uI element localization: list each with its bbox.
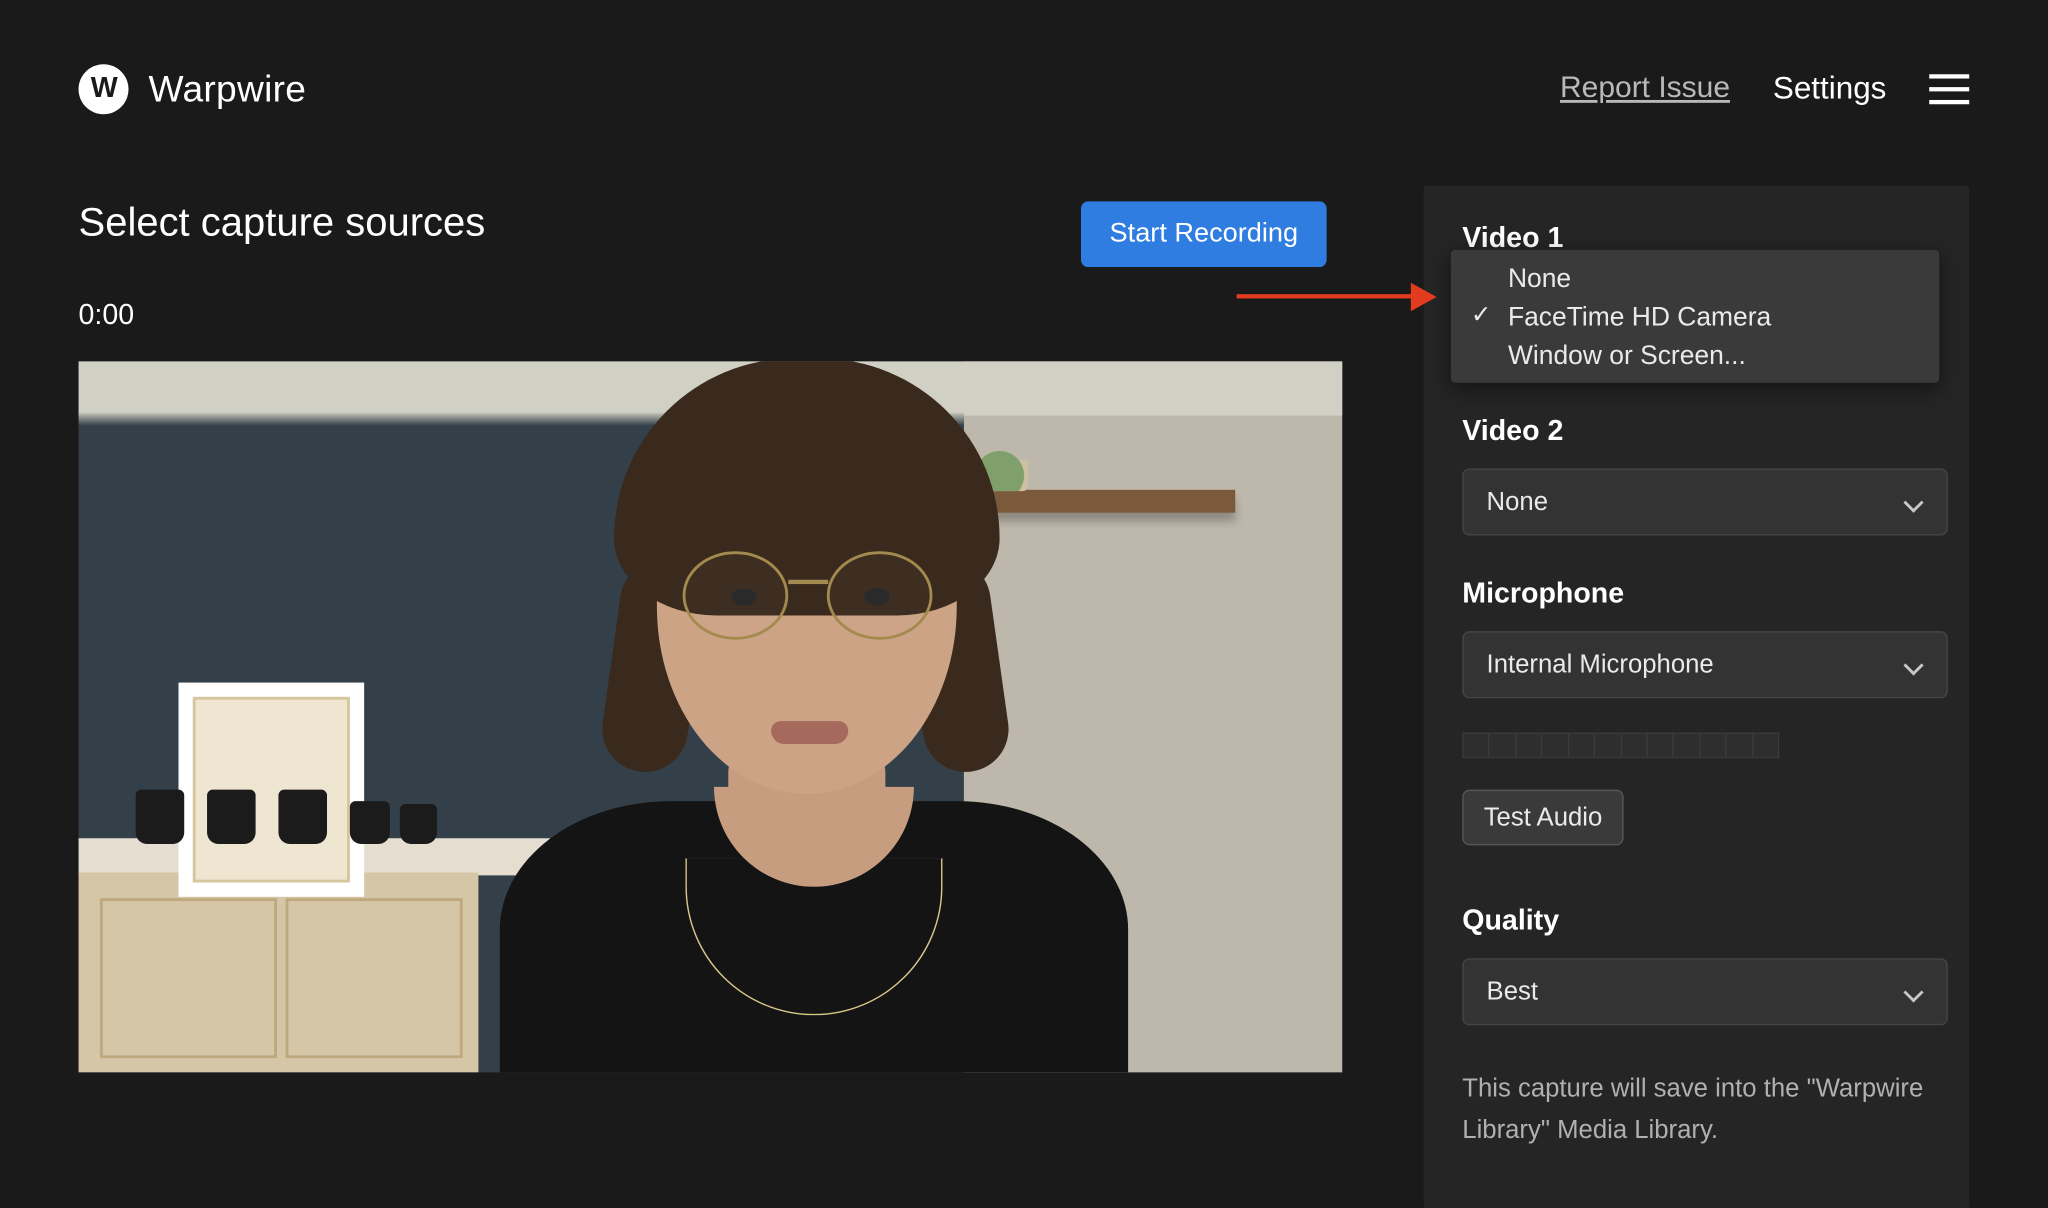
quality-label: Quality — [1462, 905, 1930, 938]
checkmark-icon: ✓ — [1471, 300, 1491, 330]
camera-preview — [79, 361, 1343, 1072]
settings-link[interactable]: Settings — [1773, 70, 1887, 107]
microphone-select[interactable]: Internal Microphone — [1462, 631, 1948, 698]
video1-option-none[interactable]: None — [1451, 258, 1939, 297]
start-recording-button[interactable]: Start Recording — [1081, 201, 1327, 267]
microphone-value: Internal Microphone — [1487, 650, 1714, 680]
video2-label: Video 2 — [1462, 416, 1930, 449]
chevron-down-icon — [1904, 492, 1924, 512]
quality-value: Best — [1487, 977, 1538, 1007]
audio-level-meter — [1462, 733, 1779, 759]
brand-logo-icon: W — [79, 64, 129, 114]
video1-option-window-screen[interactable]: Window or Screen... — [1451, 336, 1939, 375]
left-column: Select capture sources 0:00 — [79, 200, 1343, 1073]
microphone-label: Microphone — [1462, 578, 1930, 611]
top-actions: Report Issue Settings — [1560, 70, 1969, 107]
quality-select[interactable]: Best — [1462, 958, 1948, 1025]
report-issue-link[interactable]: Report Issue — [1560, 71, 1730, 105]
save-destination-hint: This capture will save into the "Warpwir… — [1462, 1068, 1930, 1150]
recording-timer: 0:00 — [79, 300, 1343, 333]
chevron-down-icon — [1904, 655, 1924, 675]
topbar: W Warpwire Report Issue Settings — [0, 0, 2048, 129]
video2-value: None — [1487, 487, 1548, 517]
chevron-down-icon — [1904, 982, 1924, 1002]
test-audio-button[interactable]: Test Audio — [1462, 790, 1623, 846]
video2-select[interactable]: None — [1462, 468, 1948, 535]
brand: W Warpwire — [79, 64, 307, 114]
brand-name: Warpwire — [149, 66, 307, 110]
annotation-arrow-icon — [1237, 280, 1437, 314]
hamburger-menu-icon[interactable] — [1929, 74, 1969, 104]
video1-option-facetime[interactable]: ✓ FaceTime HD Camera — [1451, 297, 1939, 336]
video1-dropdown[interactable]: None ✓ FaceTime HD Camera Window or Scre… — [1451, 250, 1939, 383]
